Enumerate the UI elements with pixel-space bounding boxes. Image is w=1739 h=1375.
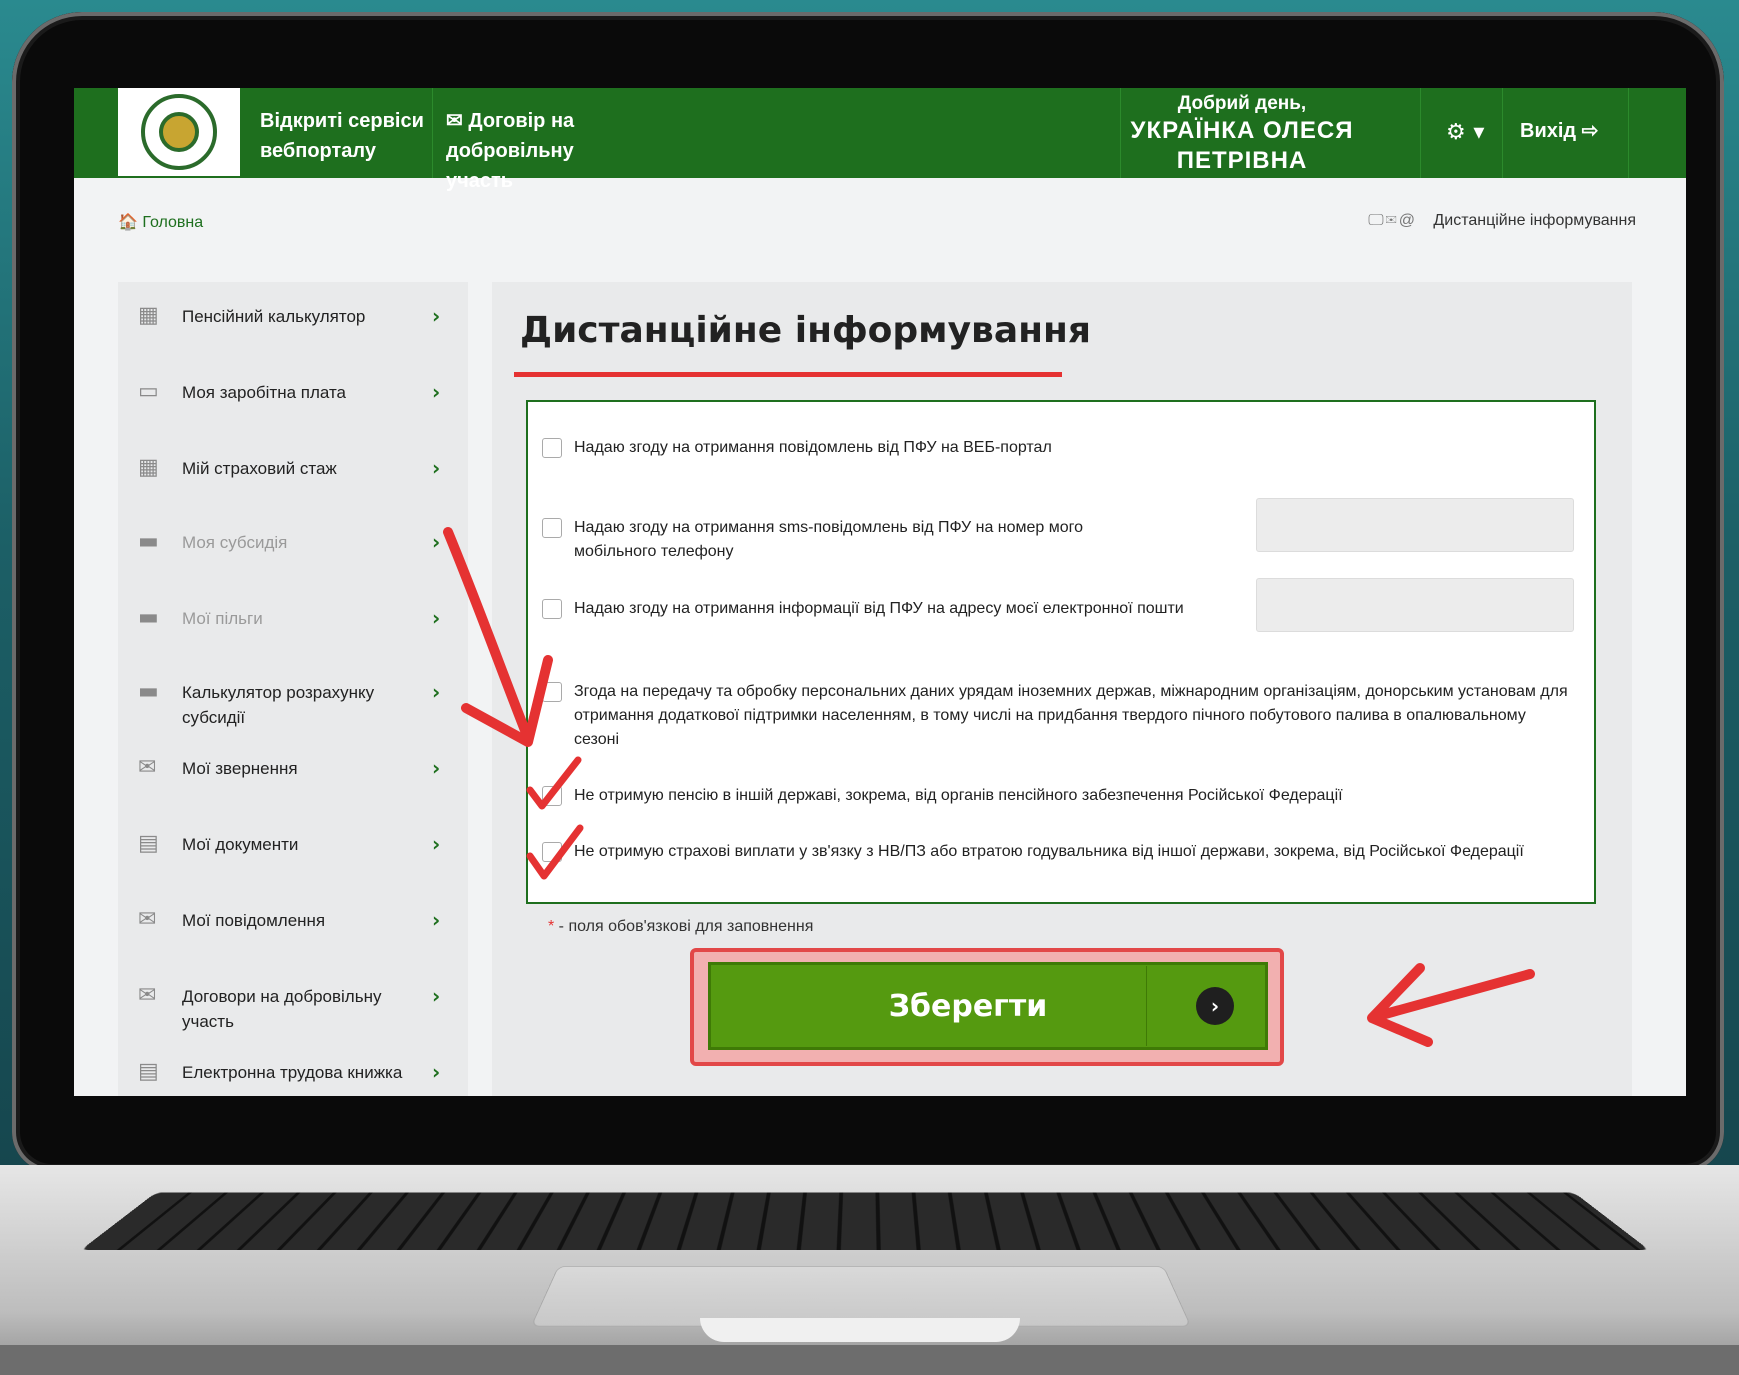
consent-form: Надаю згоду на отримання повідомлень від… [526,400,1596,904]
nav-divider [432,88,433,178]
greeting-text: Добрий день, [1177,93,1307,114]
breadcrumb-current-label: Дистанційне інформування [1433,212,1636,229]
consent-label: Не отримую пенсію в іншій державі, зокре… [574,787,1343,804]
sidebar-item-voluntary-contracts[interactable]: ✉ Договори на добровільну участь › [118,976,468,1046]
sidebar-item-label: Мої документи [182,835,299,854]
chevron-right-icon: › [432,456,441,480]
sidebar-item-label: Пенсійний калькулятор [182,307,366,326]
chevron-right-icon: › [432,680,441,704]
breadcrumb-current: 🖵✉@ Дистанційне інформування [1368,212,1636,230]
chevron-right-icon: › [432,756,441,780]
envelope-icon: ✉ [138,907,157,932]
top-navbar: Відкриті сервіси вебпорталу ✉ Договір на… [74,88,1686,192]
envelope-icon: ✉ [138,755,157,780]
save-button-divider [1146,966,1147,1046]
save-button[interactable]: Зберегти [708,962,1268,1050]
sidebar-item-work-book[interactable]: ▤ Електронна трудова книжка › [118,1052,468,1096]
sidebar-item-subsidy[interactable]: ▬ Моя субсидія › [118,522,468,592]
title-annotation-underline [514,372,1062,377]
nav-divider [1120,88,1121,178]
nav-divider [1502,88,1503,178]
document-icon: ▤ [138,831,159,856]
required-note-text: - поля обов'язкові для заповнення [554,918,814,935]
consent-checkbox[interactable] [542,842,562,862]
sidebar-item-label: Калькулятор розрахунку субсидії [182,683,375,727]
folder-icon: ▬ [138,529,159,554]
envelope-icon: ✉ [446,110,463,132]
chevron-right-icon: › [432,832,441,856]
chevron-right-icon: › [432,530,441,554]
chevron-right-icon: › [432,984,441,1008]
user-greeting: Добрий день, УКРАЇНКА ОЛЕСЯ ПЕТРІВНА [1122,92,1362,176]
sidebar-item-label: Моя субсидія [182,533,288,552]
calculator-icon: ▦ [138,303,159,328]
consent-label: Надаю згоду на отримання повідомлень від… [574,439,1052,456]
sidebar-item-insurance-record[interactable]: ▦ Мій страховий стаж › [118,448,468,518]
chevron-right-icon: › [432,380,441,404]
sidebar-item-label: Мої звернення [182,759,298,778]
sidebar-item-label: Електронна трудова книжка [182,1063,403,1082]
sidebar-item-benefits[interactable]: ▬ Мої пільги › [118,598,468,668]
save-button-label: Зберегти [888,988,1048,1024]
sidebar-item-appeals[interactable]: ✉ Мої звернення › [118,748,468,818]
sidebar-item-messages[interactable]: ✉ Мої повідомлення › [118,900,468,970]
consent-label: Надаю згоду на отримання інформації від … [574,600,1184,617]
pfu-logo[interactable] [118,88,240,176]
sidebar-menu: ▦ Пенсійний калькулятор › ▭ Моя заробітн… [118,282,468,1096]
consent-label: Згода на передачу та обробку персональни… [574,683,1568,748]
nav-divider [1628,88,1629,178]
channel-icons: 🖵✉@ [1368,212,1417,229]
sidebar-item-label: Мій страховий стаж [182,459,337,478]
screen: Відкриті сервіси вебпорталу ✉ Договір на… [74,88,1686,1096]
user-name: УКРАЇНКА ОЛЕСЯ ПЕТРІВНА [1130,117,1354,174]
nav-voluntary-contract-label: Договір на добровільну участь [446,110,575,192]
laptop-keyboard [80,1192,1650,1251]
nav-voluntary-contract[interactable]: ✉ Договір на добровільну участь [446,106,646,196]
wallet-icon: ▭ [138,379,159,404]
consent-checkbox[interactable] [542,599,562,619]
chevron-right-icon: › [432,1060,441,1084]
sidebar-item-subsidy-calculator[interactable]: ▬ Калькулятор розрахунку субсидії › [118,672,468,742]
envelope-icon: ✉ [138,983,157,1008]
consent-checkbox[interactable] [542,786,562,806]
consent-label: Надаю згоду на отримання sms-повідомлень… [574,519,1084,560]
email-input[interactable] [1256,578,1574,632]
sidebar-item-label: Моя заробітна плата [182,383,347,402]
sidebar-item-label: Мої повідомлення [182,911,326,930]
page-title: Дистанційне інформування [520,310,1091,351]
chevron-right-icon: › [1196,987,1234,1025]
breadcrumb-home[interactable]: 🏠 Головна [118,212,203,232]
laptop-base-edge [0,1345,1739,1375]
folder-icon: ▬ [138,679,159,704]
consent-checkbox[interactable] [542,682,562,702]
folder-icon: ▬ [138,605,159,630]
sidebar-item-pension-calculator[interactable]: ▦ Пенсійний калькулятор › [118,296,468,366]
sidebar-item-documents[interactable]: ▤ Мої документи › [118,824,468,894]
calendar-icon: ▦ [138,455,159,480]
sidebar-item-label: Мої пільги [182,609,263,628]
nav-divider [1420,88,1421,178]
consent-checkbox[interactable] [542,438,562,458]
consent-label: Не отримую страхові виплати у зв'язку з … [574,843,1524,860]
phone-number-input[interactable] [1256,498,1574,552]
sidebar-item-salary[interactable]: ▭ Моя заробітна плата › [118,372,468,442]
settings-dropdown[interactable]: ⚙ ▾ [1446,120,1484,145]
logo-emblem-icon [141,94,217,170]
nav-open-services[interactable]: Відкриті сервіси вебпорталу [260,106,430,166]
work-book-icon: ▤ [138,1059,159,1084]
sidebar-item-label: Договори на добровільну участь [182,987,382,1031]
chevron-right-icon: › [432,304,441,328]
consent-checkbox[interactable] [542,518,562,538]
chevron-right-icon: › [432,908,441,932]
logout-button[interactable]: Вихід ⇨ [1520,118,1598,143]
chevron-right-icon: › [432,606,441,630]
laptop-notch [700,1318,1020,1342]
required-fields-note: * - поля обов'язкові для заповнення [548,918,813,936]
